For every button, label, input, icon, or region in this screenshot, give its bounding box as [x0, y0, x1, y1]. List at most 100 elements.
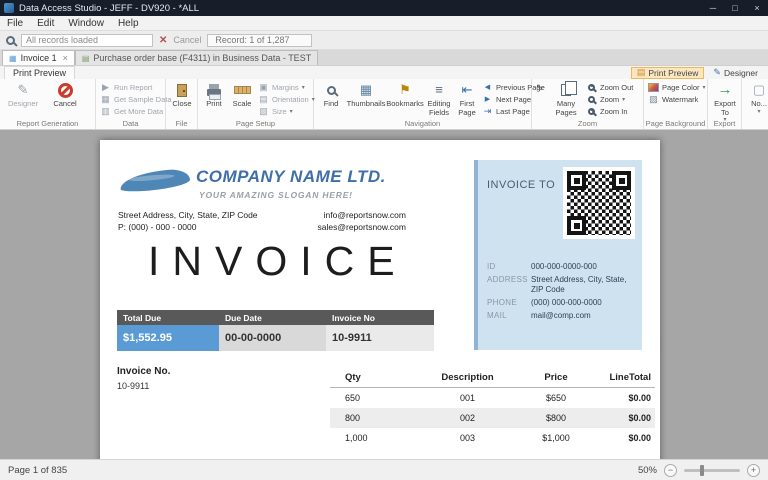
- dropdown-caret-icon: ▾: [757, 109, 760, 116]
- menu-help[interactable]: Help: [111, 18, 146, 29]
- orientation-button[interactable]: ▤ Orientation ▾: [256, 94, 317, 104]
- tab-close-icon[interactable]: ×: [63, 53, 68, 63]
- company-name: COMPANY NAME LTD.: [196, 167, 386, 187]
- record-toolbar: All records loaded ✕ Cancel Record: 1 of…: [0, 31, 768, 50]
- group-label: Data: [96, 119, 165, 128]
- designer-view-button[interactable]: ✎ Designer: [707, 67, 764, 79]
- get-sample-data-button[interactable]: ▦ Get Sample Data: [98, 94, 174, 104]
- tab-purchase-order[interactable]: ▤ Purchase order base (F4311) in Busines…: [75, 50, 318, 65]
- first-page-button[interactable]: ⇤ First Page: [454, 80, 480, 118]
- many-pages-button[interactable]: Many Pages: [548, 80, 584, 118]
- find-button[interactable]: Find: [316, 80, 346, 110]
- summary-due-date: 00-00-0000: [219, 325, 326, 351]
- menu-bar: File Edit Window Help: [0, 16, 768, 31]
- invoice-page: COMPANY NAME LTD. YOUR AMAZING SLOGAN HE…: [100, 140, 660, 459]
- qr-finder-icon: [567, 171, 586, 190]
- zoom-button[interactable]: Zoom ▾: [584, 94, 635, 104]
- watermark-button[interactable]: ▨ Watermark: [646, 94, 708, 104]
- zoom-in-label: Zoom In: [600, 107, 628, 116]
- zoom-in-button[interactable]: + Zoom In: [584, 106, 635, 116]
- cancel-label: Cancel: [53, 100, 76, 109]
- cell-linetotal: $0.00: [587, 393, 655, 403]
- cell-description: 002: [410, 413, 525, 423]
- document-tab-bar: ▦ Invoice 1 × ▤ Purchase order base (F43…: [0, 50, 768, 66]
- close-report-button[interactable]: Close: [168, 80, 196, 110]
- zoom-controls: 50% − +: [638, 464, 760, 477]
- print-label: Print: [206, 100, 221, 109]
- company-phone: P: (000) - 000 - 0000: [118, 222, 196, 232]
- summary-header-invoice-no: Invoice No: [326, 313, 434, 323]
- group-label: Export: [708, 119, 741, 128]
- group-zoom: ⇖ Many Pages − Zoom Out Zoom ▾ + Zoom In…: [532, 79, 644, 129]
- close-file-icon: [177, 81, 187, 99]
- zoom-out-button[interactable]: − Zoom Out: [584, 82, 635, 92]
- cancel-load-icon[interactable]: ✕: [159, 35, 167, 46]
- size-button[interactable]: ▧ Size ▾: [256, 106, 317, 116]
- app-icon: [4, 3, 14, 13]
- run-report-button[interactable]: ▶ Run Report: [98, 82, 174, 92]
- menu-file[interactable]: File: [0, 18, 30, 29]
- print-button[interactable]: Print: [200, 80, 228, 110]
- close-button[interactable]: ×: [746, 0, 768, 16]
- field-label-phone: PHONE: [487, 298, 531, 308]
- cancel-icon: [58, 81, 73, 99]
- bookmark-icon: ⚑: [399, 81, 411, 99]
- company-slogan: YOUR AMAZING SLOGAN HERE!: [199, 190, 353, 200]
- orientation-icon: ▤: [258, 94, 269, 105]
- print-preview-view-button[interactable]: ▤ Print Preview: [631, 67, 705, 79]
- group-more: ▢ No... ▾: [742, 79, 768, 129]
- line-items-header-row: Qty Description Price LineTotal: [330, 368, 655, 388]
- editing-fields-button[interactable]: ≡ Editing Fields: [424, 80, 454, 118]
- maximize-button[interactable]: □: [724, 0, 746, 16]
- designer-button[interactable]: ✎ Designer: [2, 80, 44, 110]
- export-to-label: Export To: [710, 100, 740, 117]
- cancel-report-button[interactable]: Cancel: [44, 80, 86, 110]
- tab-label: Invoice 1: [21, 53, 57, 63]
- company-email-sales: sales@reportsnow.com: [288, 222, 406, 232]
- invoice-no-value: 10-9911: [117, 381, 149, 391]
- report-icon: ▦: [9, 54, 17, 63]
- ribbon: ✎ Designer Cancel Report Generation ▶ Ru…: [0, 79, 768, 130]
- margins-icon: ▣: [258, 82, 269, 93]
- field-row: ID 000-000-0000-000: [487, 262, 637, 272]
- zoom-slider[interactable]: [684, 469, 740, 472]
- field-label-mail: MAIL: [487, 311, 531, 321]
- field-row: MAIL mail@comp.com: [487, 311, 637, 321]
- cell-linetotal: $0.00: [587, 413, 655, 423]
- zoom-in-button[interactable]: +: [747, 464, 760, 477]
- more-icon: ▢: [753, 81, 765, 99]
- margins-button[interactable]: ▣ Margins ▾: [256, 82, 317, 92]
- zoom-slider-thumb[interactable]: [700, 465, 704, 476]
- next-page-label: Next Page: [496, 95, 531, 104]
- print-preview-surface[interactable]: COMPANY NAME LTD. YOUR AMAZING SLOGAN HE…: [0, 130, 768, 459]
- size-icon: ▧: [258, 106, 269, 117]
- find-icon: [327, 81, 336, 99]
- cell-price: $1,000: [525, 433, 587, 443]
- scale-button[interactable]: Scale: [228, 80, 256, 110]
- menu-edit[interactable]: Edit: [30, 18, 61, 29]
- page-color-button[interactable]: Page Color ▾: [646, 82, 708, 92]
- run-report-label: Run Report: [114, 83, 152, 92]
- group-label: Navigation: [314, 119, 531, 128]
- group-label: Page Setup: [198, 119, 313, 128]
- menu-window[interactable]: Window: [61, 18, 111, 29]
- tab-invoice-1[interactable]: ▦ Invoice 1 ×: [2, 50, 75, 65]
- get-more-data-button[interactable]: ▥ Get More Data: [98, 106, 174, 116]
- cell-qty: 650: [330, 393, 410, 403]
- last-page-icon: ⇥: [482, 106, 493, 117]
- bookmarks-button[interactable]: ⚑ Bookmarks: [386, 80, 424, 110]
- search-icon[interactable]: [6, 36, 15, 45]
- ribbon-tab-print-preview[interactable]: Print Preview: [4, 66, 75, 79]
- ribbon-tab-strip: Print Preview ▤ Print Preview ✎ Designer: [0, 66, 768, 79]
- field-row: ADDRESS Street Address, City, State, ZIP…: [487, 275, 637, 295]
- pointer-tool-button[interactable]: ⇖: [534, 82, 548, 92]
- cell-linetotal: $0.00: [587, 433, 655, 443]
- designer-view-label: Designer: [724, 68, 758, 78]
- more-button[interactable]: ▢ No... ▾: [744, 80, 768, 117]
- zoom-out-button[interactable]: −: [664, 464, 677, 477]
- minimize-button[interactable]: ─: [702, 0, 724, 16]
- group-label: Zoom: [532, 119, 643, 128]
- group-data: ▶ Run Report ▦ Get Sample Data ▥ Get Mor…: [96, 79, 166, 129]
- thumbnails-button[interactable]: ▦ Thumbnails: [346, 80, 386, 110]
- records-status-field[interactable]: All records loaded: [21, 34, 153, 47]
